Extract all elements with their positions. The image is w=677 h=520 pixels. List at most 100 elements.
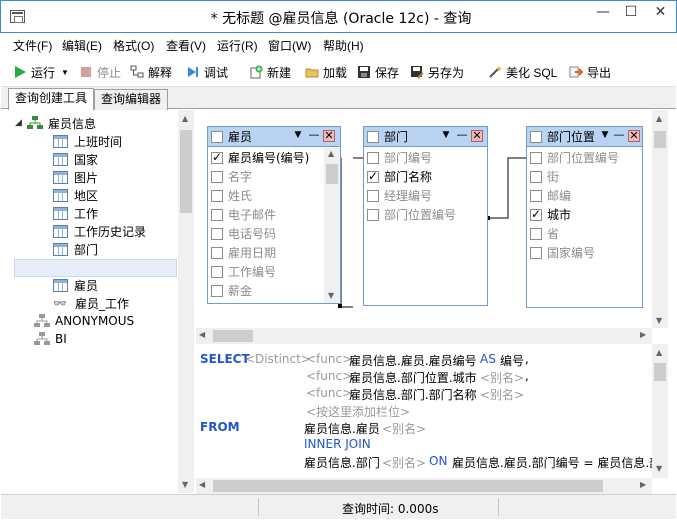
table-box-location[interactable]: 部门位置 ▼ — ✕ 部门位置编号街邮编城市省国家编号: [526, 126, 643, 308]
field-checkbox[interactable]: [530, 227, 542, 240]
minimize-icon[interactable]: —: [308, 129, 320, 142]
sql-alias-placeholder[interactable]: <别名>: [480, 386, 524, 403]
table-box-header[interactable]: 雇员 ▼ — ✕: [208, 127, 340, 147]
scroll-right-icon[interactable]: ▶: [640, 330, 646, 339]
dropdown-icon[interactable]: ▼: [599, 130, 611, 142]
sql-preview[interactable]: SELECT <Distinct> <func> 雇员信息.雇员.雇员编号 AS…: [196, 344, 652, 478]
field-checkbox[interactable]: [211, 150, 223, 164]
field-checkbox[interactable]: [367, 189, 379, 202]
sql-table[interactable]: 雇员信息.部门: [304, 454, 380, 471]
sql-hscrollbar[interactable]: ◀ ▶: [196, 478, 652, 494]
close-icon[interactable]: ✕: [628, 130, 640, 142]
tree-item-table[interactable]: 工作历史记录: [53, 222, 146, 240]
field-row[interactable]: 薪金: [208, 281, 324, 300]
close-button[interactable]: ✕: [646, 2, 675, 24]
menu-window[interactable]: 窗口(W): [268, 37, 311, 54]
field-row[interactable]: 街: [527, 167, 642, 186]
sql-column[interactable]: 雇员信息.雇员.雇员编号: [349, 352, 477, 369]
select-all-checkbox[interactable]: [530, 130, 542, 143]
field-checkbox[interactable]: [530, 207, 542, 221]
menu-file[interactable]: 文件(F): [13, 37, 52, 54]
field-checkbox[interactable]: [211, 265, 223, 278]
select-all-checkbox[interactable]: [367, 130, 379, 143]
field-row[interactable]: 部门编号: [364, 148, 487, 167]
tree-item-table[interactable]: 部门: [53, 240, 146, 258]
field-row[interactable]: 名字: [208, 167, 324, 186]
new-button[interactable]: 新建: [249, 63, 291, 81]
beautify-sql-button[interactable]: 美化 SQL: [488, 63, 557, 81]
scroll-up-icon[interactable]: ▲: [656, 114, 662, 123]
debug-button[interactable]: 调试: [186, 63, 228, 81]
explain-button[interactable]: 解释: [130, 63, 172, 81]
tab-query-editor[interactable]: 查询编辑器: [94, 89, 169, 110]
sql-vscrollbar[interactable]: ▲ ▼: [652, 344, 668, 478]
field-checkbox[interactable]: [211, 208, 223, 221]
field-checkbox[interactable]: [367, 208, 379, 221]
field-row[interactable]: 部门位置编号: [527, 148, 642, 167]
scroll-left-icon[interactable]: ◀: [199, 480, 205, 489]
query-design-canvas[interactable]: 雇员 ▼ — ✕ 雇员编号(编号)名字姓氏电子邮件电话号码雇用日期工作编号薪金 …: [196, 110, 652, 328]
tree-item-table[interactable]: 上班时间: [53, 132, 146, 150]
menu-help[interactable]: 帮助(H): [323, 37, 364, 54]
tree-item-table[interactable]: 工作: [53, 204, 146, 222]
table-box-employee[interactable]: 雇员 ▼ — ✕ 雇员编号(编号)名字姓氏电子邮件电话号码雇用日期工作编号薪金 …: [207, 126, 341, 304]
maximize-button[interactable]: ☐: [617, 2, 645, 24]
select-all-checkbox[interactable]: [211, 130, 223, 143]
canvas-vscrollbar[interactable]: ▲ ▼: [652, 110, 668, 328]
export-button[interactable]: 导出: [569, 63, 611, 81]
sql-alias-placeholder[interactable]: <别名>: [480, 369, 524, 386]
scroll-up-icon[interactable]: ▲: [328, 149, 334, 158]
sql-func[interactable]: <func>: [306, 369, 352, 383]
scroll-thumb[interactable]: [213, 330, 253, 342]
field-checkbox[interactable]: [211, 170, 223, 183]
scroll-down-icon[interactable]: ▼: [656, 464, 662, 473]
sql-add-column[interactable]: <按这里添加栏位>: [306, 403, 410, 420]
scroll-left-icon[interactable]: ◀: [199, 330, 205, 339]
tree-item-db-bi[interactable]: BI: [34, 330, 134, 348]
scroll-thumb[interactable]: [326, 164, 338, 184]
sql-func[interactable]: <func>: [306, 386, 352, 400]
field-checkbox[interactable]: [211, 246, 223, 259]
run-button[interactable]: 运行 ▼: [13, 63, 69, 81]
run-dropdown-icon[interactable]: ▼: [61, 68, 69, 77]
close-icon[interactable]: ✕: [323, 130, 335, 142]
tree-item-table[interactable]: 雇员: [53, 276, 146, 294]
tree-scrollbar[interactable]: ▲ ▼: [178, 110, 194, 493]
menu-format[interactable]: 格式(O): [113, 37, 154, 54]
table-box-header[interactable]: 部门位置 ▼ — ✕: [527, 127, 642, 147]
dropdown-icon[interactable]: ▼: [440, 130, 452, 142]
field-checkbox[interactable]: [530, 189, 542, 202]
sql-table[interactable]: 雇员信息.雇员: [304, 420, 380, 437]
menu-run[interactable]: 运行(R): [217, 37, 258, 54]
menu-edit[interactable]: 编辑(E): [62, 37, 102, 54]
sql-column[interactable]: 雇员信息.部门位置.城市: [349, 369, 477, 386]
sql-func[interactable]: <func>: [306, 352, 352, 366]
tree-item-db-anonymous[interactable]: ANONYMOUS: [34, 312, 134, 330]
field-row[interactable]: 部门位置编号: [364, 205, 487, 224]
sql-condition[interactable]: 雇员信息.雇员.部门编号 = 雇员信息.部: [452, 454, 652, 471]
scroll-thumb[interactable]: [654, 131, 666, 148]
field-checkbox[interactable]: [367, 169, 379, 183]
stop-button[interactable]: 停止: [79, 63, 121, 81]
scroll-thumb[interactable]: [213, 480, 603, 492]
scroll-down-icon[interactable]: ▼: [656, 316, 662, 325]
field-checkbox[interactable]: [211, 189, 223, 202]
field-row[interactable]: 姓氏: [208, 186, 324, 205]
load-button[interactable]: 加载: [305, 63, 347, 81]
table-box-header[interactable]: 部门 ▼ — ✕: [364, 127, 487, 147]
sql-column[interactable]: 雇员信息.部门.部门名称: [349, 386, 477, 403]
field-row[interactable]: 城市: [527, 205, 642, 224]
field-row[interactable]: 国家编号: [527, 243, 642, 262]
scroll-down-icon[interactable]: ▼: [182, 480, 188, 489]
tree-root-item[interactable]: ◢ 雇员信息: [15, 114, 96, 132]
save-as-button[interactable]: 另存为: [410, 63, 464, 81]
tree-item-table[interactable]: 国家: [53, 150, 146, 168]
scroll-up-icon[interactable]: ▲: [656, 348, 662, 357]
canvas-hscrollbar[interactable]: ◀ ▶: [196, 328, 652, 344]
field-row[interactable]: 雇用日期: [208, 243, 324, 262]
minimize-icon[interactable]: —: [456, 129, 468, 142]
tree-item-table[interactable]: 图片: [53, 168, 146, 186]
close-icon[interactable]: ✕: [471, 130, 483, 142]
dropdown-icon[interactable]: ▼: [292, 130, 304, 142]
sql-distinct[interactable]: <Distinct>: [245, 352, 311, 366]
